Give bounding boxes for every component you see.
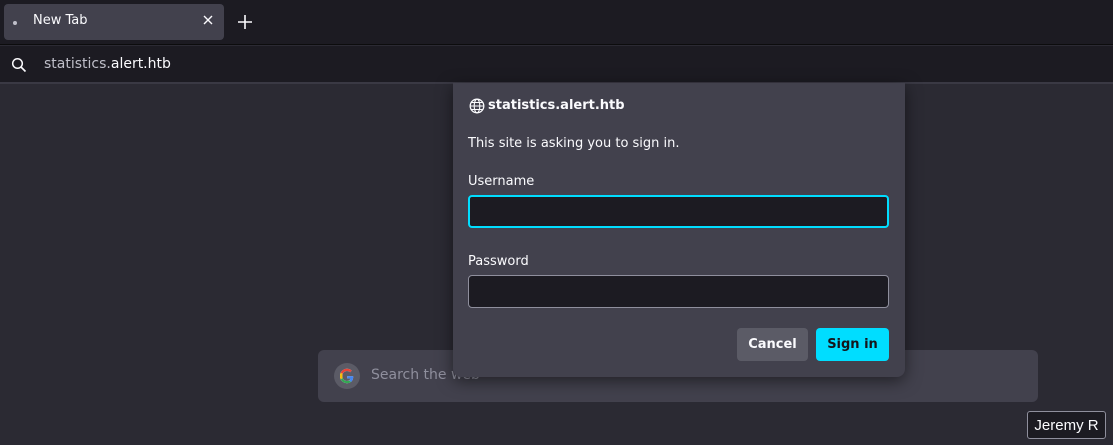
url-bar[interactable]: statistics.alert.htb [0, 46, 1113, 82]
auth-dialog: statistics.alert.htb This site is asking… [453, 83, 905, 377]
sign-in-button[interactable]: Sign in [816, 328, 889, 361]
close-icon[interactable] [200, 12, 216, 28]
password-label: Password [468, 254, 529, 269]
dialog-host: statistics.alert.htb [488, 98, 625, 113]
tab-new-tab[interactable]: New Tab [4, 4, 224, 40]
username-label: Username [468, 174, 535, 189]
globe-icon [469, 98, 485, 114]
url-domain: alert.htb [110, 56, 171, 72]
google-icon [334, 363, 360, 389]
username-field[interactable] [468, 195, 889, 228]
password-field[interactable] [468, 275, 889, 308]
tab-strip: New Tab [0, 0, 1113, 44]
cancel-button[interactable]: Cancel [737, 328, 808, 361]
tab-dot-icon [13, 21, 17, 25]
dialog-message: This site is asking you to sign in. [468, 136, 680, 151]
plus-icon[interactable] [235, 12, 255, 32]
url-subdomain: statistics. [44, 56, 111, 72]
user-label: Jeremy R [1027, 411, 1106, 439]
nav-bar: statistics.alert.htb [0, 44, 1113, 84]
search-icon [11, 57, 27, 73]
tab-title: New Tab [33, 13, 88, 28]
url-text[interactable]: statistics.alert.htb [44, 56, 171, 72]
